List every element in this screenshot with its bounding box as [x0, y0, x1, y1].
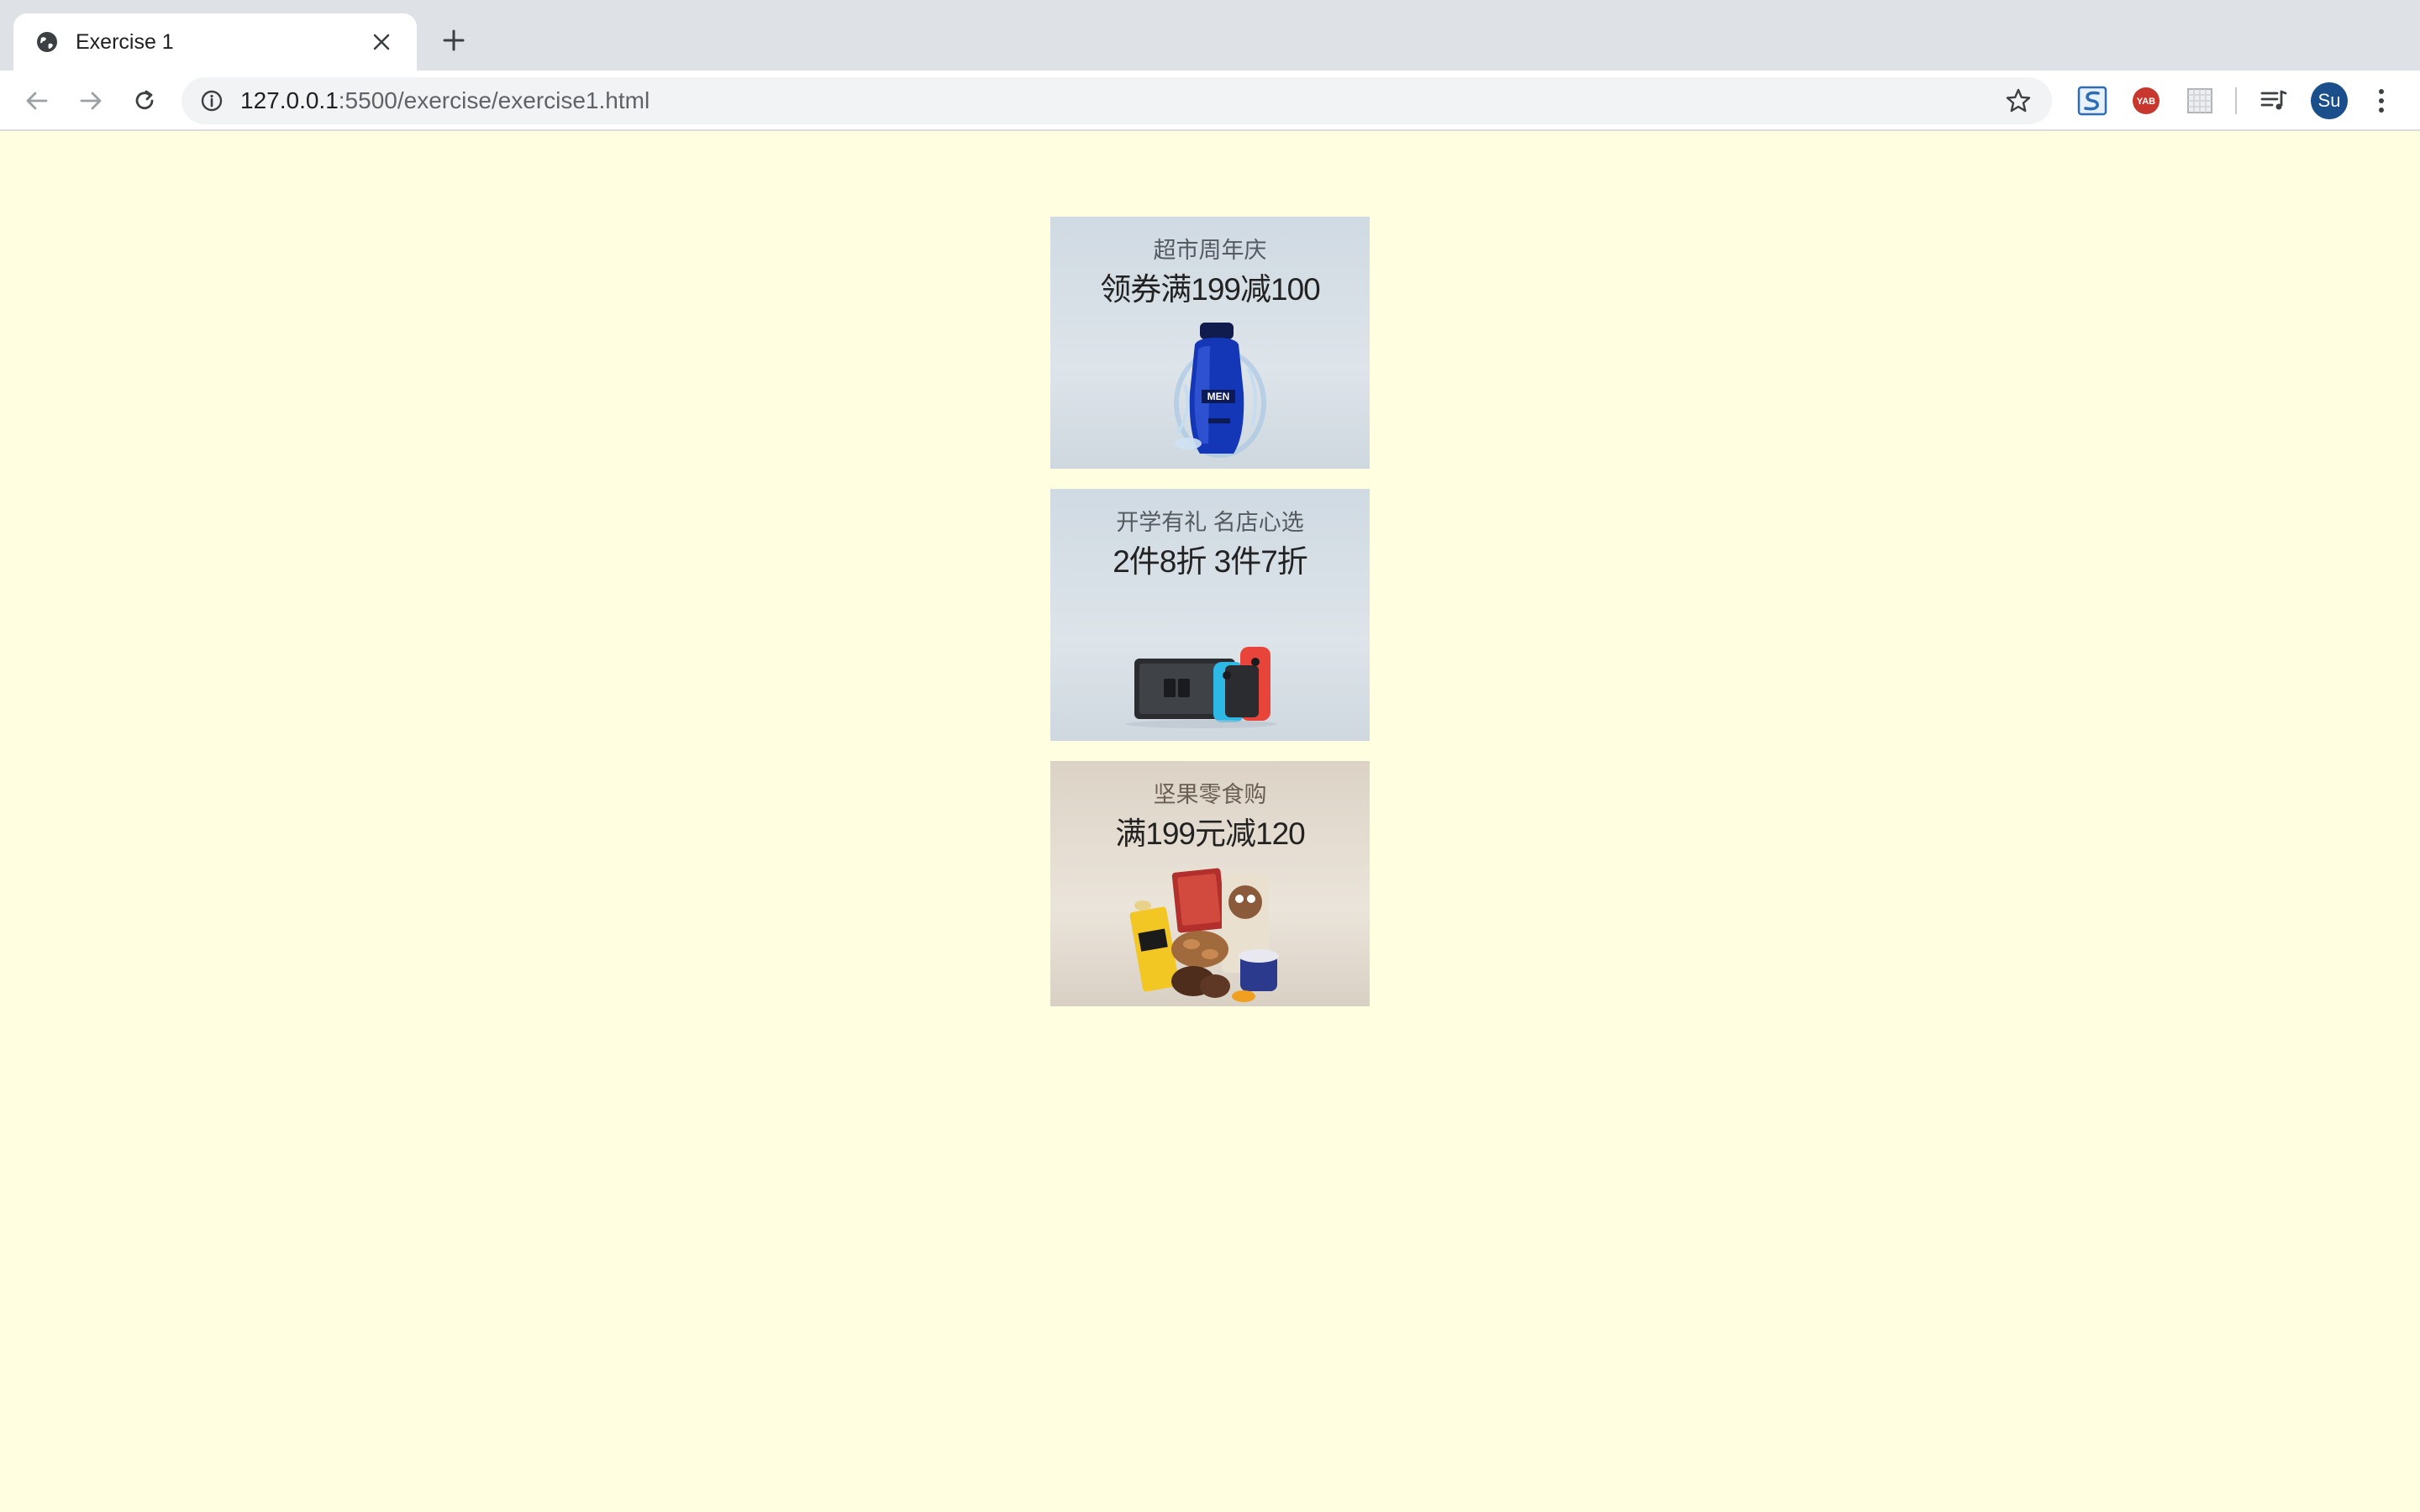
url-path: :5500/exercise/exercise1.html: [338, 87, 650, 113]
promo-card[interactable]: 开学有礼 名店心选 2件8折 3件7折: [1050, 489, 1370, 741]
globe-icon: [34, 29, 60, 55]
plus-icon[interactable]: [435, 22, 472, 59]
extension-grid-icon[interactable]: [2183, 84, 2217, 118]
extension-yab-label: YAB: [2137, 97, 2155, 107]
star-icon[interactable]: [2002, 84, 2035, 118]
url-text: 127.0.0.1:5500/exercise/exercise1.html: [240, 87, 2002, 114]
arrow-left-icon[interactable]: [17, 81, 57, 121]
tab-strip: Exercise 1: [0, 0, 2420, 71]
close-icon[interactable]: [366, 27, 397, 57]
kebab-menu-icon[interactable]: [2365, 84, 2398, 118]
promo-subtitle: 超市周年庆: [1153, 238, 1267, 263]
info-icon[interactable]: [198, 87, 225, 114]
svg-text:MEN: MEN: [1207, 391, 1230, 402]
tab-title: Exercise 1: [76, 29, 174, 54]
address-bar[interactable]: 127.0.0.1:5500/exercise/exercise1.html: [182, 77, 2052, 124]
shampoo-bottle-image: MEN: [1050, 309, 1370, 469]
url-host: 127.0.0.1: [240, 87, 339, 113]
promo-card[interactable]: 坚果零食购 满199元减120: [1050, 761, 1370, 1006]
extension-s-icon[interactable]: [2075, 84, 2109, 118]
browser-toolbar: 127.0.0.1:5500/exercise/exercise1.html Y…: [0, 71, 2420, 131]
promo-headline: 领券满199减100: [1100, 272, 1320, 307]
arrow-right-icon[interactable]: [71, 81, 111, 121]
game-console-image: [1050, 581, 1370, 741]
extension-yab-icon[interactable]: YAB: [2129, 84, 2163, 118]
promo-headline: 2件8折 3件7折: [1113, 544, 1308, 579]
reload-icon[interactable]: [124, 81, 165, 121]
promo-subtitle: 坚果零食购: [1153, 782, 1267, 807]
toolbar-separator: [2235, 87, 2237, 114]
active-tab[interactable]: Exercise 1: [13, 13, 417, 71]
promo-list: 超市周年庆 领券满199减100 MEN 开学有礼 名店心选 2件8折 3件7折: [1050, 217, 1370, 1026]
snacks-image: [1050, 847, 1370, 1006]
promo-subtitle: 开学有礼 名店心选: [1116, 510, 1304, 535]
playlist-icon[interactable]: [2257, 84, 2291, 118]
profile-avatar[interactable]: Su: [2311, 82, 2348, 119]
promo-card[interactable]: 超市周年庆 领券满199减100 MEN: [1050, 217, 1370, 469]
